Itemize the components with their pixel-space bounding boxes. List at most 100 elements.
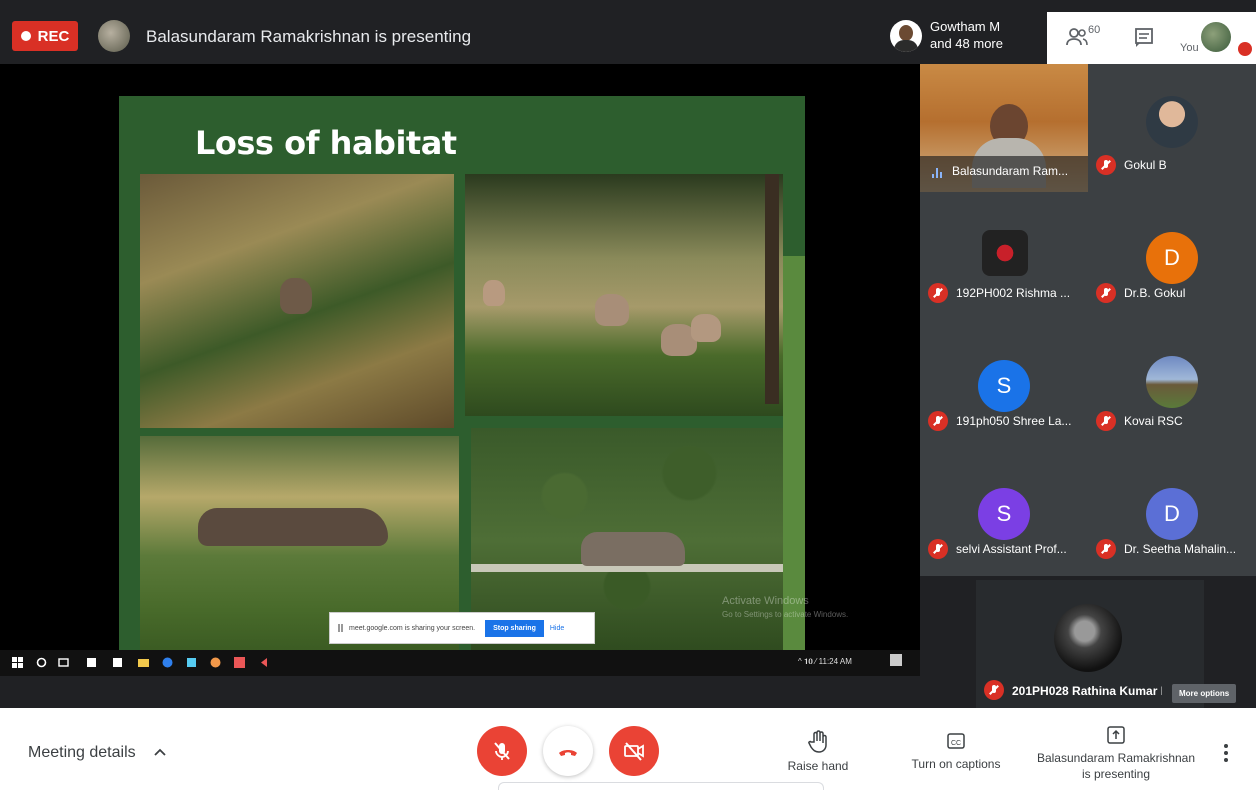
hand-icon: [808, 730, 827, 753]
participant-tile-kovai-rsc[interactable]: Kovai RSC: [1088, 320, 1256, 448]
app-icon: [187, 658, 196, 667]
microphone-button[interactable]: [477, 726, 527, 776]
chat-icon[interactable]: [1133, 26, 1155, 48]
self-mic-off-icon: [1238, 42, 1252, 56]
habitat-photo-1: [140, 174, 454, 428]
participant-tile-gokul-b[interactable]: Gokul B: [1088, 64, 1256, 192]
app-icon: [113, 658, 122, 667]
self-avatar[interactable]: [1201, 22, 1231, 52]
participant-summary-more: and 48 more: [930, 36, 1003, 51]
mic-off-icon: [1096, 155, 1116, 175]
participant-name: Balasundaram Ram...: [952, 164, 1069, 178]
participant-name: 192PH002 Rishma ...: [956, 286, 1071, 300]
participant-avatar: S: [978, 360, 1030, 412]
leave-call-button[interactable]: [543, 726, 593, 776]
app-icon: [87, 658, 96, 667]
windows-watermark: Activate Windows Go to Settings to activ…: [722, 594, 848, 622]
meeting-details-button[interactable]: Meeting details: [28, 744, 136, 762]
watermark-line2: Go to Settings to activate Windows.: [722, 610, 849, 619]
presentation-slide: Loss of habitat: [119, 96, 805, 654]
slide-title: Loss of habitat: [195, 124, 457, 162]
participant-avatar: D: [1146, 232, 1198, 284]
participant-avatar: [1146, 96, 1198, 148]
participant-summary[interactable]: Gowtham M and 48 more: [930, 18, 1003, 52]
people-button[interactable]: 60: [1066, 24, 1106, 52]
people-count: 60: [1088, 24, 1101, 36]
participant-tile-rathina[interactable]: 201PH028 Rathina Kumar B: [976, 580, 1204, 708]
participant-avatar: D: [1146, 488, 1198, 540]
mic-off-icon: [494, 742, 510, 760]
chevron-up-icon[interactable]: [152, 744, 168, 760]
recording-label: REC: [37, 27, 70, 45]
captions-label: Turn on captions: [911, 757, 1001, 771]
search-icon: [36, 657, 47, 668]
presenting-status: Balasundaram Ramakrishnan is presenting: [146, 27, 472, 46]
participant-name: Gokul B: [1124, 158, 1167, 172]
mic-off-icon: [984, 680, 1004, 700]
participant-tile-shree[interactable]: S 191ph050 Shree La...: [920, 320, 1088, 448]
drag-handle-icon[interactable]: [338, 624, 343, 632]
present-screen-icon: [1107, 726, 1125, 744]
edge-icon: [162, 657, 173, 668]
participant-name: Dr.B. Gokul: [1124, 286, 1186, 300]
participant-avatar: [982, 230, 1028, 276]
mic-off-icon: [928, 283, 948, 303]
watermark-line1: Activate Windows: [722, 595, 809, 607]
stop-sharing-button[interactable]: Stop sharing: [485, 619, 544, 637]
camera-off-icon: [624, 742, 644, 761]
share-message: meet.google.com is sharing your screen.: [349, 624, 476, 632]
recording-badge: REC: [12, 21, 78, 51]
control-tray-edge: [498, 782, 824, 790]
raise-hand-button[interactable]: Raise hand: [780, 730, 856, 774]
participant-tile-presenter[interactable]: Balasundaram Ram...: [920, 64, 1088, 192]
more-options-tooltip: More options: [1172, 684, 1237, 703]
file-explorer-icon: [138, 659, 149, 667]
powerpoint-icon: [234, 657, 245, 668]
chrome-icon: [210, 657, 221, 668]
participant-name: selvi Assistant Prof...: [956, 542, 1067, 556]
task-view-icon: [58, 658, 69, 667]
participant-name: Dr. Seetha Mahalin...: [1124, 542, 1237, 556]
present-now-button[interactable]: Balasundaram Ramakrishnan is presenting: [1030, 724, 1202, 782]
guest-avatar[interactable]: [890, 20, 922, 52]
participant-tile-dr-b-gokul[interactable]: D Dr.B. Gokul: [1088, 192, 1256, 320]
screen-share-bar: meet.google.com is sharing your screen. …: [329, 612, 595, 644]
record-dot-icon: [20, 31, 31, 41]
people-icon: [1066, 28, 1088, 46]
system-tray: ^ 𝟏𝟎 ⁄ 11:24 AM: [798, 657, 852, 666]
end-call-icon: [559, 750, 577, 756]
participant-summary-name: Gowtham M: [930, 19, 1001, 34]
participant-tile-rishma[interactable]: 192PH002 Rishma ...: [920, 192, 1088, 320]
participant-avatar: [1054, 604, 1122, 672]
presenting-line1: Balasundaram Ramakrishnan: [1036, 751, 1196, 765]
participant-tile-selvi[interactable]: S selvi Assistant Prof...: [920, 448, 1088, 576]
captions-icon: CC: [947, 733, 965, 749]
speaking-indicator-icon: [932, 168, 944, 178]
habitat-photo-2: [465, 174, 783, 416]
meet-window: REC Balasundaram Ramakrishnan is present…: [0, 0, 1256, 790]
mic-off-icon: [928, 539, 948, 559]
mic-off-icon: [1096, 539, 1116, 559]
participant-name: 201PH028 Rathina Kumar B: [1012, 684, 1162, 698]
notifications-icon: [890, 654, 902, 666]
windows-start-icon: [12, 657, 23, 668]
more-options-icon[interactable]: [1224, 744, 1228, 762]
presenter-avatar: [98, 20, 130, 52]
participant-name: 191ph050 Shree La...: [956, 414, 1072, 428]
participant-name: Kovai RSC: [1124, 414, 1183, 428]
captions-button[interactable]: CC Turn on captions: [894, 730, 1018, 772]
participant-avatar: [1146, 356, 1198, 408]
you-label: You: [1180, 42, 1199, 54]
hide-button[interactable]: Hide: [550, 625, 564, 632]
mic-off-icon: [1096, 411, 1116, 431]
mic-off-icon: [928, 411, 948, 431]
speaker-icon: [261, 658, 267, 667]
raise-hand-label: Raise hand: [787, 759, 849, 773]
camera-button[interactable]: [609, 726, 659, 776]
svg-text:CC: CC: [951, 740, 961, 747]
windows-taskbar: [0, 650, 920, 676]
participant-tile-seetha[interactable]: D Dr. Seetha Mahalin...: [1088, 448, 1256, 576]
participant-avatar: S: [978, 488, 1030, 540]
mic-off-icon: [1096, 283, 1116, 303]
presenting-line2: is presenting: [1081, 767, 1151, 781]
